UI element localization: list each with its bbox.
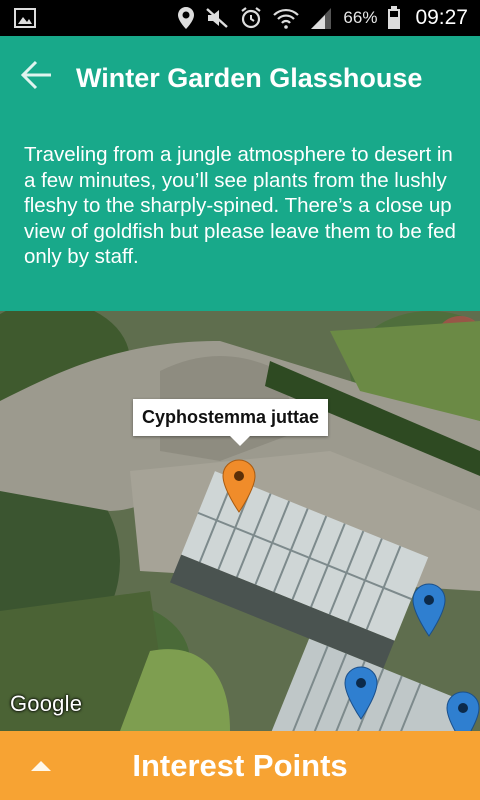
map-marker-icon[interactable] (446, 691, 480, 731)
alarm-icon (241, 7, 262, 29)
mute-icon (206, 8, 229, 28)
satellite-map (0, 311, 480, 731)
battery-percent: 66% (343, 8, 378, 27)
place-description: Traveling from a jungle atmosphere to de… (24, 143, 456, 268)
back-arrow-icon[interactable] (20, 58, 54, 92)
interest-points-bar[interactable]: Interest Points (0, 731, 480, 800)
signal-icon (311, 8, 332, 29)
google-attribution-logo: Google (10, 691, 83, 716)
status-bar: 66% 09:27 (0, 0, 480, 36)
map-view[interactable]: Cyphostemma juttae Google (0, 311, 480, 731)
page-title: Winter Garden Glasshouse (76, 63, 423, 93)
image-icon (14, 8, 36, 28)
status-clock: 09:27 (415, 6, 468, 29)
wifi-icon (273, 8, 300, 29)
place-header: Winter Garden Glasshouse Traveling from … (0, 36, 480, 311)
chevron-up-icon (31, 761, 51, 771)
location-icon (178, 7, 195, 29)
map-marker-icon[interactable] (412, 583, 446, 637)
map-marker-icon[interactable] (344, 666, 378, 720)
battery-icon (388, 6, 401, 29)
marker-info-window[interactable]: Cyphostemma juttae (133, 399, 329, 446)
selected-map-marker-icon[interactable] (222, 459, 256, 513)
interest-points-label: Interest Points (132, 747, 348, 783)
